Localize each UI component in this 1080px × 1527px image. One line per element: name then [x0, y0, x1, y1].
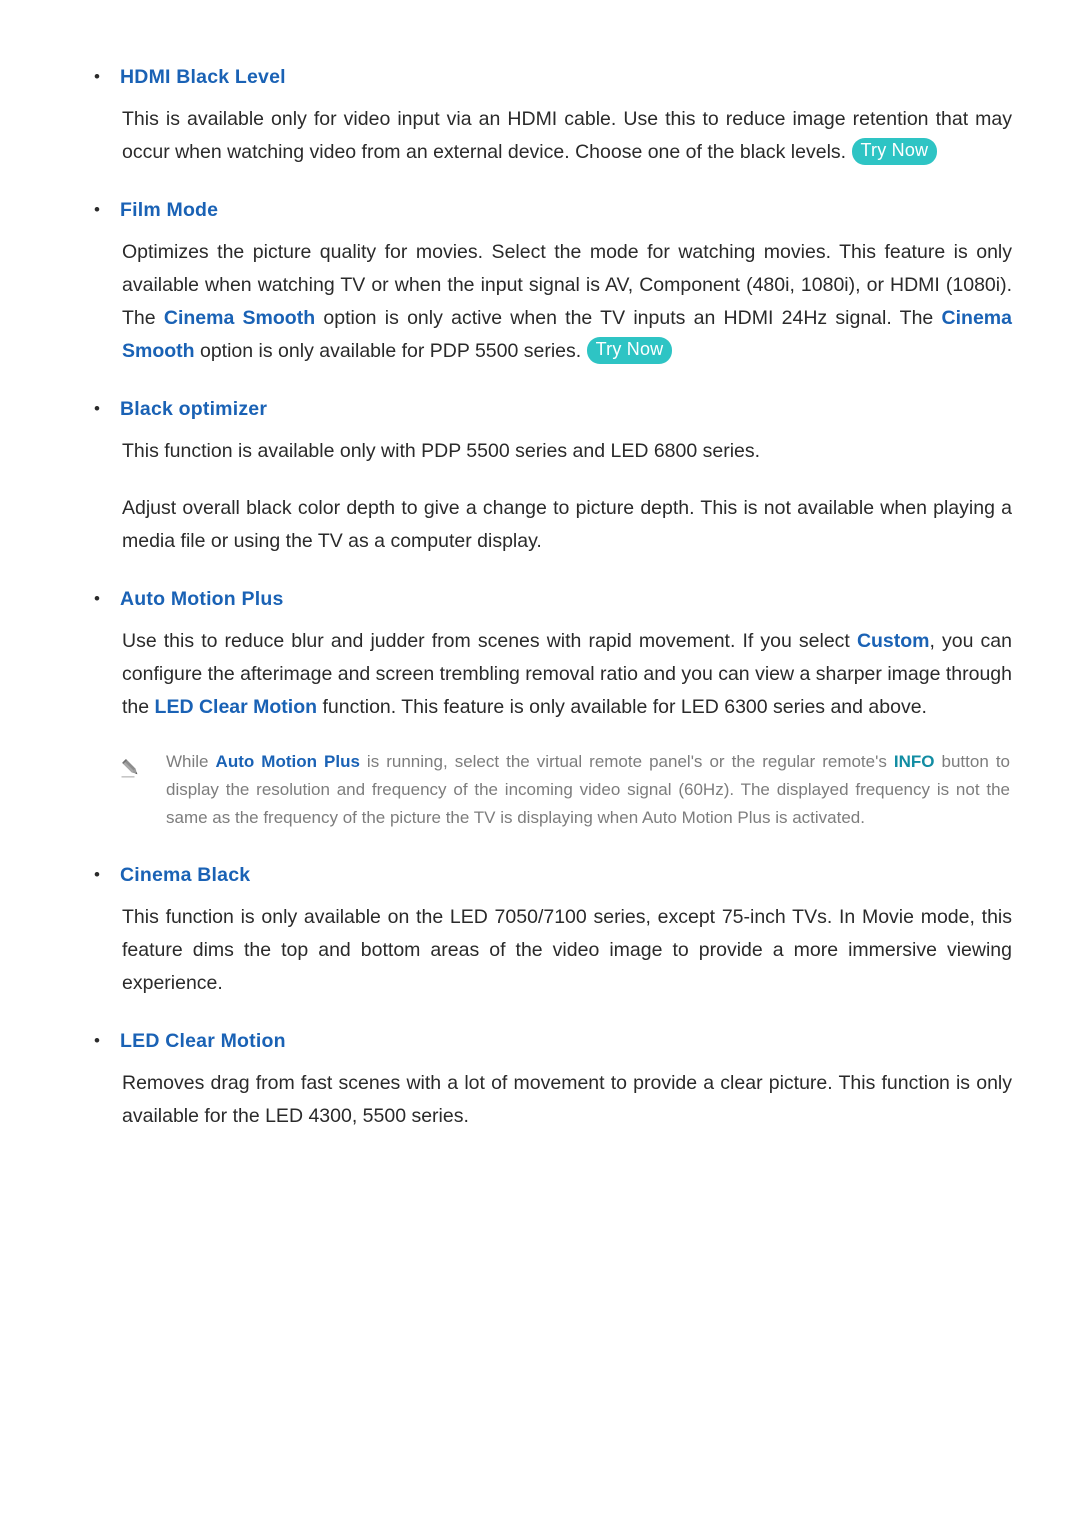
- paragraph-led-clear-motion: Removes drag from fast scenes with a lot…: [122, 1072, 1012, 1127]
- section-heading-row: HDMI Black Level: [60, 62, 1020, 92]
- link-auto-motion-plus[interactable]: Auto Motion Plus: [216, 752, 360, 771]
- paragraph-hdmi-black-level: This is available only for video input v…: [60, 103, 1020, 169]
- section-title-black-optimizer[interactable]: Black optimizer: [120, 394, 267, 424]
- section-title-hdmi-black-level[interactable]: HDMI Black Level: [120, 62, 286, 92]
- paragraph-black-optimizer-description: Adjust overall black color depth to give…: [122, 497, 1012, 552]
- link-info-button[interactable]: INFO: [894, 752, 935, 771]
- note-text-part: is running, select the virtual remote pa…: [359, 752, 894, 771]
- pencil-icon: [120, 748, 166, 779]
- section-title-auto-motion-plus[interactable]: Auto Motion Plus: [120, 584, 284, 614]
- paragraph-cinema-black: This function is only available on the L…: [122, 906, 1012, 994]
- section-black-optimizer: Black optimizer This function is availab…: [60, 394, 1020, 558]
- paragraph-text: option is only active when the TV inputs…: [315, 307, 942, 329]
- paragraph-text: function. This feature is only available…: [317, 696, 927, 718]
- section-heading-row: Black optimizer: [60, 394, 1020, 424]
- paragraph-auto-motion-plus: Use this to reduce blur and judder from …: [60, 625, 1020, 724]
- try-now-badge[interactable]: Try Now: [586, 337, 673, 364]
- note-auto-motion-plus: While Auto Motion Plus is running, selec…: [60, 748, 1020, 832]
- paragraph-black-optimizer-availability: This function is available only with PDP…: [122, 440, 761, 462]
- bullet-icon: [60, 584, 120, 614]
- section-title-cinema-black[interactable]: Cinema Black: [120, 860, 250, 890]
- paragraph-text: Use this to reduce blur and judder from …: [122, 630, 857, 652]
- bullet-icon: [60, 1026, 120, 1056]
- section-led-clear-motion: LED Clear Motion Removes drag from fast …: [60, 1026, 1020, 1133]
- section-hdmi-black-level: HDMI Black Level This is available only …: [60, 62, 1020, 169]
- link-custom[interactable]: Custom: [857, 630, 930, 652]
- try-now-badge[interactable]: Try Now: [851, 138, 938, 165]
- section-film-mode: Film Mode Optimizes the picture quality …: [60, 195, 1020, 368]
- bullet-icon: [60, 62, 120, 92]
- link-cinema-smooth[interactable]: Cinema Smooth: [164, 307, 315, 329]
- section-title-film-mode[interactable]: Film Mode: [120, 195, 218, 225]
- section-auto-motion-plus: Auto Motion Plus Use this to reduce blur…: [60, 584, 1020, 832]
- note-text-part: While: [166, 752, 216, 771]
- section-heading-row: Film Mode: [60, 195, 1020, 225]
- paragraph-film-mode: Optimizes the picture quality for movies…: [60, 236, 1020, 368]
- section-heading-row: Auto Motion Plus: [60, 584, 1020, 614]
- link-led-clear-motion[interactable]: LED Clear Motion: [155, 696, 318, 718]
- section-cinema-black: Cinema Black This function is only avail…: [60, 860, 1020, 1000]
- paragraph-text: option is only available for PDP 5500 se…: [194, 340, 582, 362]
- section-heading-row: LED Clear Motion: [60, 1026, 1020, 1056]
- bullet-icon: [60, 860, 120, 890]
- section-title-led-clear-motion[interactable]: LED Clear Motion: [120, 1026, 286, 1056]
- bullet-icon: [60, 394, 120, 424]
- note-text: While Auto Motion Plus is running, selec…: [166, 748, 1010, 832]
- manual-page: HDMI Black Level This is available only …: [0, 0, 1080, 1527]
- section-heading-row: Cinema Black: [60, 860, 1020, 890]
- bullet-icon: [60, 195, 120, 225]
